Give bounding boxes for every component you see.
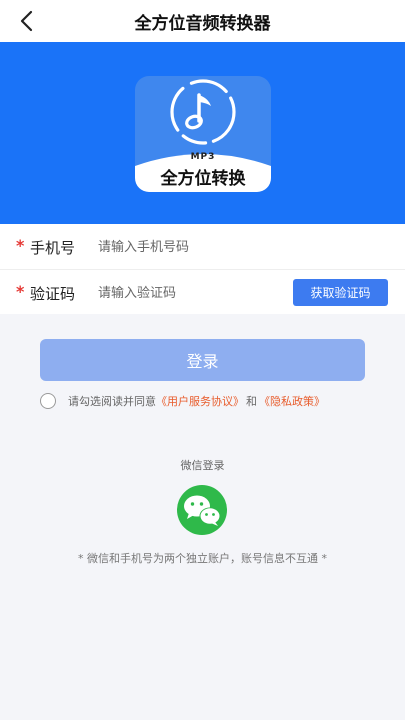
page-title: 全方位音频转换器 (134, 14, 271, 34)
code-row: * 验证码 获取验证码 (0, 269, 405, 314)
account-notice: * 微信和手机号为两个独立账户，账号信息不互通 * (78, 552, 327, 565)
required-mark: * (16, 282, 25, 301)
code-label: 验证码 (30, 285, 76, 303)
logo-name: 全方位转换 (160, 169, 246, 189)
wechat-login-title: 微信登录 (180, 459, 225, 472)
app-logo: MP3 全方位转换 (135, 76, 271, 192)
agreement-checkbox[interactable] (40, 393, 56, 409)
brand-banner: MP3 全方位转换 (0, 42, 405, 224)
agreement-prefix: 请勾选阅读并同意 (68, 395, 156, 408)
phone-row: * 手机号 (0, 224, 405, 269)
privacy-policy-link[interactable]: 《隐私政策》 (259, 393, 325, 409)
wechat-login-button[interactable] (170, 484, 234, 536)
login-button[interactable]: 登录 (40, 339, 365, 381)
verification-code-input[interactable] (98, 280, 278, 306)
wechat-icon (177, 485, 227, 535)
agreement-and: 和 (246, 395, 257, 408)
login-form: * 手机号 * 验证码 获取验证码 (0, 224, 405, 314)
required-mark: * (16, 236, 25, 255)
top-bar: 全方位音频转换器 (0, 0, 405, 42)
phone-input[interactable] (98, 234, 278, 260)
agreement-row: 请勾选阅读并同意 《用户服务协议》 和 《隐私政策》 (40, 391, 380, 411)
login-screen: 全方位音频转换器 MP3 全方位转换 * 手机号 * (0, 0, 405, 720)
get-code-button[interactable]: 获取验证码 (293, 279, 388, 306)
logo-subtitle: MP3 (190, 152, 216, 162)
user-agreement-link[interactable]: 《用户服务协议》 (156, 393, 244, 409)
phone-label: 手机号 (30, 239, 76, 257)
